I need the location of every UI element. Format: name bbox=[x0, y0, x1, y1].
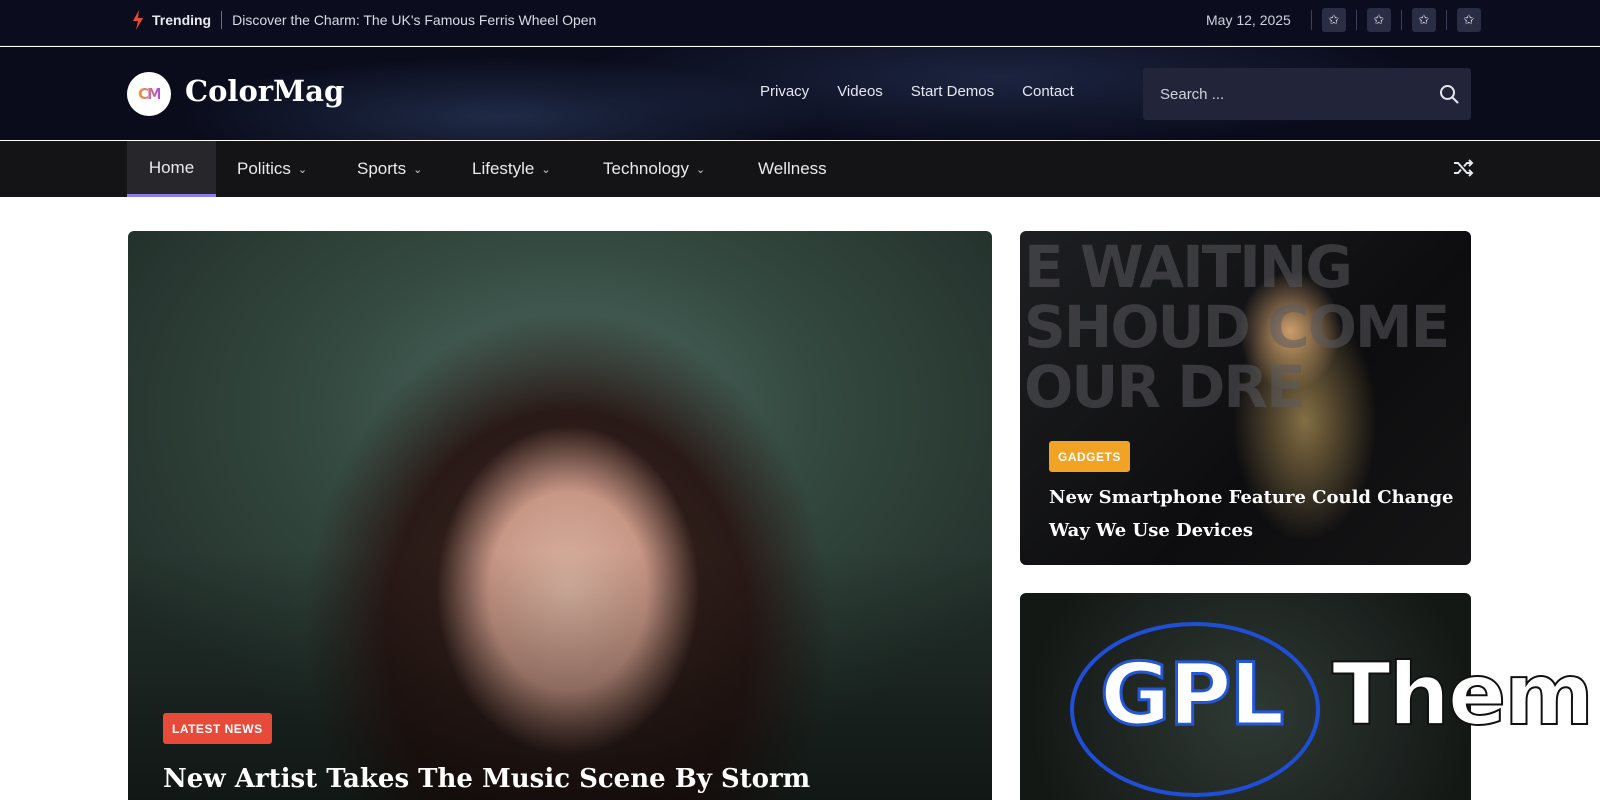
menu-item-label: Wellness bbox=[758, 159, 827, 178]
logo-mark: CM bbox=[138, 85, 162, 103]
trending-headline-link[interactable]: Discover the Charm: The UK's Famous Ferr… bbox=[232, 12, 596, 28]
chevron-down-icon: ⌄ bbox=[413, 163, 423, 176]
current-date: May 12, 2025 bbox=[1206, 12, 1291, 28]
menu-item-label: Sports bbox=[357, 159, 407, 178]
main-nav: Home Politics ⌄ Sports ⌄ Lifestyle ⌄ Tec… bbox=[0, 141, 1600, 197]
trending-label: Trending bbox=[152, 12, 212, 28]
menu-item-home[interactable]: Home bbox=[127, 141, 216, 197]
shuffle-icon[interactable] bbox=[1452, 157, 1474, 179]
side-post[interactable]: E WAITING SHOUD COME OUR DRE GADGETS New… bbox=[1020, 231, 1471, 565]
divider bbox=[221, 11, 223, 29]
poster-line: SHOUD COME bbox=[1024, 293, 1450, 361]
side-post-title[interactable]: New Smartphone Feature Could Change Way … bbox=[1049, 481, 1459, 547]
menu-item-lifestyle[interactable]: Lifestyle ⌄ bbox=[472, 141, 551, 197]
star-icon[interactable]: ✩ bbox=[1321, 8, 1346, 32]
category-badge[interactable]: GADGETS bbox=[1049, 441, 1130, 472]
featured-post[interactable]: LATEST NEWS New Artist Takes The Music S… bbox=[128, 231, 992, 800]
poster-line: OUR DRE bbox=[1024, 353, 1306, 421]
menu-item-label: Lifestyle bbox=[472, 159, 535, 178]
poster-line: E WAITING bbox=[1024, 233, 1353, 301]
image-poster-text: E WAITING SHOUD COME OUR DRE bbox=[1024, 233, 1450, 421]
chevron-down-icon: ⌄ bbox=[541, 163, 551, 176]
star-icon[interactable]: ✩ bbox=[1366, 8, 1391, 32]
category-badge[interactable]: LATEST NEWS bbox=[163, 713, 272, 744]
top-bar: Trending Discover the Charm: The UK's Fa… bbox=[0, 0, 1600, 46]
featured-post-title[interactable]: New Artist Takes The Music Scene By Stor… bbox=[163, 764, 810, 794]
top-bar-right: May 12, 2025 ✩ ✩ ✩ ✩ bbox=[1206, 0, 1481, 40]
menu-item-label: Technology bbox=[603, 159, 690, 178]
site-name[interactable]: ColorMag bbox=[185, 74, 344, 108]
menu-item-sports[interactable]: Sports ⌄ bbox=[357, 141, 422, 197]
menu-item-politics[interactable]: Politics ⌄ bbox=[237, 141, 307, 197]
star-icon[interactable]: ✩ bbox=[1411, 8, 1436, 32]
watermark-text: GPL bbox=[1098, 644, 1285, 747]
bolt-icon bbox=[133, 10, 143, 30]
star-icon[interactable]: ✩ bbox=[1456, 8, 1481, 32]
site-header: CM ColorMag Privacy Videos Start Demos C… bbox=[0, 47, 1600, 140]
menu-item-technology[interactable]: Technology ⌄ bbox=[603, 141, 705, 197]
chevron-down-icon: ⌄ bbox=[297, 163, 308, 176]
nav-link-privacy[interactable]: Privacy bbox=[760, 83, 809, 100]
menu-item-wellness[interactable]: Wellness bbox=[758, 141, 827, 197]
trending-ticker: Trending Discover the Charm: The UK's Fa… bbox=[132, 0, 596, 40]
nav-link-contact[interactable]: Contact bbox=[1022, 83, 1074, 100]
divider bbox=[1445, 10, 1447, 30]
search-box bbox=[1143, 68, 1471, 120]
nav-link-videos[interactable]: Videos bbox=[837, 83, 883, 100]
menu-item-label: Home bbox=[148, 157, 195, 177]
divider bbox=[1400, 10, 1402, 30]
menu-item-label: Politics bbox=[237, 159, 291, 178]
search-icon[interactable] bbox=[1439, 84, 1459, 104]
watermark-text: Them bbox=[1331, 644, 1595, 746]
header-nav: Privacy Videos Start Demos Contact bbox=[760, 83, 1102, 100]
nav-link-start-demos[interactable]: Start Demos bbox=[911, 83, 994, 100]
site-logo[interactable]: CM bbox=[127, 72, 171, 116]
chevron-down-icon: ⌄ bbox=[696, 163, 706, 176]
search-input[interactable] bbox=[1143, 68, 1413, 120]
divider bbox=[1355, 10, 1357, 30]
divider bbox=[1310, 10, 1312, 30]
